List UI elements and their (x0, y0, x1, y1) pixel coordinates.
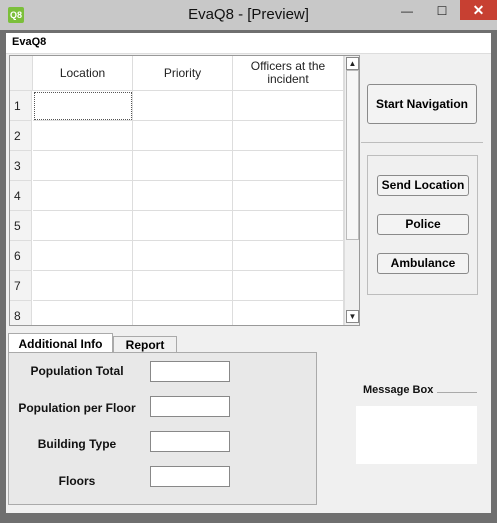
app-window: Q8 EvaQ8 - [Preview] — ☐ ✕ EvaQ8 Locatio… (0, 0, 497, 523)
table-cell-officers-1[interactable] (233, 91, 344, 121)
scroll-up-arrow-icon[interactable]: ▲ (346, 57, 359, 70)
table-cell-location-4[interactable] (33, 181, 133, 211)
tab-report[interactable]: Report (113, 336, 177, 353)
table-cell-priority-2[interactable] (133, 121, 233, 151)
dispatch-panel: Send Location Police Ambulance (367, 155, 478, 295)
floors-field[interactable] (150, 466, 230, 487)
title-bar[interactable]: Q8 EvaQ8 - [Preview] — ☐ ✕ (0, 0, 497, 30)
column-header-officers[interactable]: Officers at the incident (233, 56, 344, 91)
table-cell-location-5[interactable] (33, 211, 133, 241)
row-header-3[interactable]: 3 (10, 151, 32, 181)
column-header-priority[interactable]: Priority (133, 56, 233, 91)
row-header-6[interactable]: 6 (10, 241, 32, 271)
floors-label: Floors (58, 474, 96, 488)
client-area: EvaQ8 Location Priority Officers at the … (6, 33, 491, 513)
table-cell-location-1[interactable] (33, 91, 133, 121)
start-navigation-button[interactable]: Start Navigation (367, 84, 477, 124)
table-cell-location-6[interactable] (33, 241, 133, 271)
row-header-1[interactable]: 1 (10, 91, 32, 121)
table-cell-priority-5[interactable] (133, 211, 233, 241)
scrollbar-thumb[interactable] (346, 70, 359, 240)
table-cell-location-8[interactable] (33, 301, 133, 325)
table-cell-officers-3[interactable] (233, 151, 344, 181)
table-cell-priority-6[interactable] (133, 241, 233, 271)
scroll-down-arrow-icon[interactable]: ▼ (346, 310, 359, 323)
row-header-5[interactable]: 5 (10, 211, 32, 241)
additional-info-panel: Population Total Population per Floor Bu… (8, 352, 317, 505)
table-corner[interactable] (10, 56, 33, 91)
table-vertical-scrollbar[interactable]: ▲ ▼ (344, 56, 359, 325)
table-cell-location-7[interactable] (33, 271, 133, 301)
table-cell-priority-4[interactable] (133, 181, 233, 211)
table-cell-location-2[interactable] (33, 121, 133, 151)
table-cell-priority-1[interactable] (133, 91, 233, 121)
table-cell-priority-8[interactable] (133, 301, 233, 325)
row-header-4[interactable]: 4 (10, 181, 32, 211)
building-type-label: Building Type (37, 437, 117, 451)
row-header-2[interactable]: 2 (10, 121, 32, 151)
population-per-floor-field[interactable] (150, 396, 230, 417)
incident-table[interactable]: Location Priority Officers at the incide… (9, 55, 360, 326)
close-icon[interactable]: ✕ (460, 0, 497, 20)
send-location-button[interactable]: Send Location (377, 175, 469, 196)
building-type-field[interactable] (150, 431, 230, 452)
table-cell-officers-6[interactable] (233, 241, 344, 271)
menu-bar: EvaQ8 (6, 33, 491, 54)
tab-additional-info[interactable]: Additional Info (8, 333, 113, 353)
minimize-icon[interactable]: — (390, 0, 424, 22)
population-per-floor-label: Population per Floor (18, 401, 136, 415)
table-cell-officers-8[interactable] (233, 301, 344, 325)
navigation-panel: Start Navigation (361, 55, 483, 143)
ambulance-button[interactable]: Ambulance (377, 253, 469, 274)
message-box-area[interactable] (356, 406, 477, 464)
row-header-8[interactable]: 8 (10, 301, 32, 325)
table-cell-officers-4[interactable] (233, 181, 344, 211)
maximize-icon[interactable]: ☐ (425, 0, 459, 22)
column-header-location[interactable]: Location (33, 56, 133, 91)
table-cell-priority-3[interactable] (133, 151, 233, 181)
table-cell-officers-7[interactable] (233, 271, 344, 301)
population-total-label: Population Total (30, 364, 124, 378)
police-button[interactable]: Police (377, 214, 469, 235)
menu-evaq8[interactable]: EvaQ8 (12, 36, 46, 48)
table-cell-officers-5[interactable] (233, 211, 344, 241)
table-cell-priority-7[interactable] (133, 271, 233, 301)
table-cell-location-3[interactable] (33, 151, 133, 181)
population-total-field[interactable] (150, 361, 230, 382)
table-cell-officers-2[interactable] (233, 121, 344, 151)
row-header-7[interactable]: 7 (10, 271, 32, 301)
message-box: Message Box (356, 384, 477, 464)
message-box-title: Message Box (356, 384, 438, 396)
